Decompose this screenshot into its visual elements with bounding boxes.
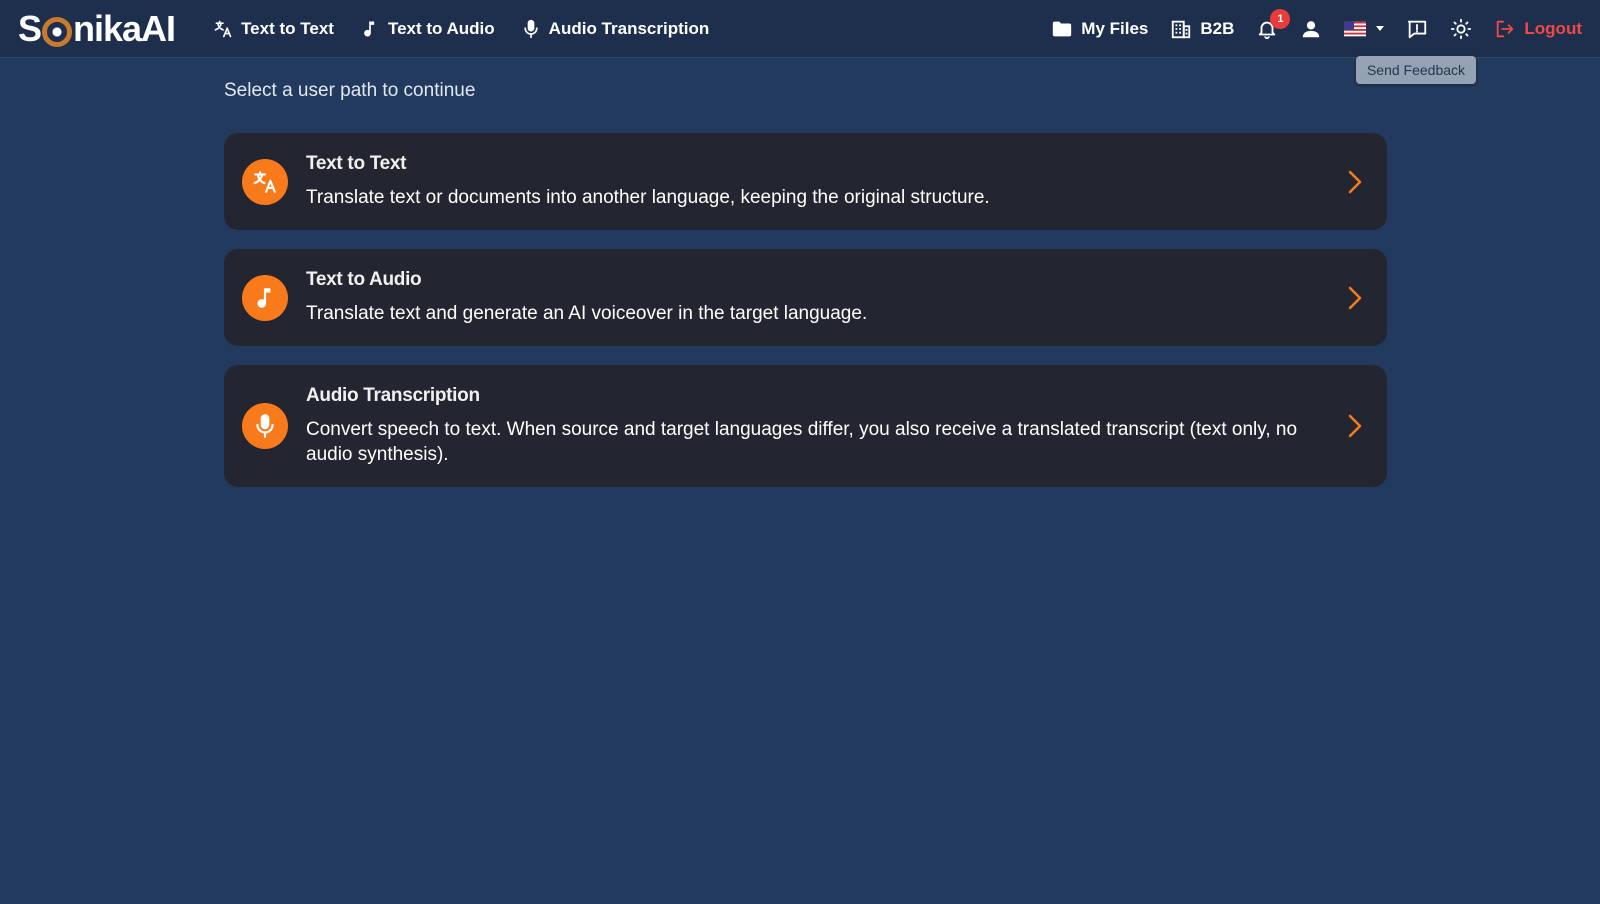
card-title: Audio Transcription bbox=[306, 385, 480, 406]
chevron-right-icon bbox=[1348, 170, 1362, 193]
card-description: Translate text and generate an AI voiceo… bbox=[306, 303, 868, 324]
card-icon-circle bbox=[242, 158, 288, 205]
nav-text-to-audio[interactable]: Text to Audio bbox=[360, 19, 495, 39]
card-description: Translate text or documents into another… bbox=[306, 187, 990, 208]
send-feedback-button[interactable] bbox=[1406, 18, 1428, 40]
user-path-list: Text to Text Translate text or documents… bbox=[224, 133, 1387, 487]
path-card-text-to-text[interactable]: Text to Text Translate text or documents… bbox=[224, 133, 1387, 230]
top-navbar: SnikaAI Text to Text Text to Audio Audio… bbox=[0, 0, 1600, 58]
logo[interactable]: SnikaAI bbox=[18, 0, 176, 58]
logo-ring bbox=[42, 16, 73, 47]
notification-badge: 1 bbox=[1270, 8, 1291, 29]
folder-icon bbox=[1053, 21, 1072, 36]
translate-icon bbox=[214, 20, 232, 37]
nav-text-to-text[interactable]: Text to Text bbox=[213, 19, 334, 39]
b2b-label: B2B bbox=[1200, 18, 1235, 38]
user-icon bbox=[1303, 20, 1320, 37]
nav-primary: Text to Text Text to Audio Audio Transcr… bbox=[213, 19, 709, 39]
send-feedback-tooltip: Send Feedback bbox=[1356, 56, 1476, 84]
card-title: Text to Audio bbox=[306, 269, 422, 290]
translate-icon bbox=[253, 170, 276, 193]
sun-icon bbox=[1451, 18, 1472, 39]
card-title: Text to Text bbox=[306, 153, 407, 174]
language-selector[interactable] bbox=[1344, 18, 1385, 40]
music-note-icon bbox=[364, 21, 375, 37]
logout-label: Logout bbox=[1524, 18, 1582, 38]
nav-audio-transcription[interactable]: Audio Transcription bbox=[521, 18, 710, 39]
card-icon-circle bbox=[242, 274, 288, 321]
us-flag-icon bbox=[1344, 21, 1367, 36]
logo-suffix: nikaAI bbox=[73, 7, 176, 49]
logout-icon bbox=[1497, 20, 1514, 37]
microphone-icon bbox=[524, 19, 538, 38]
my-files-label: My Files bbox=[1081, 18, 1149, 38]
nav-text-to-text-label: Text to Text bbox=[241, 18, 334, 38]
nav-text-to-audio-label: Text to Audio bbox=[387, 18, 495, 38]
chevron-right-icon bbox=[1348, 286, 1362, 309]
chevron-right-icon bbox=[1348, 414, 1362, 438]
nav-audio-transcription-label: Audio Transcription bbox=[548, 18, 710, 38]
card-description: Convert speech to text. When source and … bbox=[306, 419, 1298, 465]
my-files-link[interactable]: My Files bbox=[1051, 18, 1148, 40]
logout-button[interactable]: Logout bbox=[1494, 18, 1582, 40]
feedback-icon bbox=[1408, 20, 1427, 38]
logo-prefix: S bbox=[18, 7, 42, 49]
chevron-down-icon bbox=[1376, 26, 1385, 31]
card-body: Text to Audio Translate text and generat… bbox=[306, 269, 1329, 326]
profile-button[interactable] bbox=[1300, 18, 1322, 40]
b2b-link[interactable]: B2B bbox=[1170, 18, 1234, 40]
page-heading: Select a user path to continue bbox=[224, 80, 476, 101]
notifications-button[interactable]: 1 bbox=[1256, 8, 1291, 40]
card-body: Audio Transcription Convert speech to te… bbox=[306, 385, 1329, 467]
card-body: Text to Text Translate text or documents… bbox=[306, 153, 1329, 210]
nav-secondary: My Files B2B 1 Logout bbox=[1051, 8, 1582, 40]
theme-toggle[interactable] bbox=[1450, 18, 1472, 40]
microphone-icon bbox=[256, 414, 274, 438]
building-icon bbox=[1172, 20, 1191, 38]
path-card-text-to-audio[interactable]: Text to Audio Translate text and generat… bbox=[224, 249, 1387, 346]
card-icon-circle bbox=[242, 403, 288, 449]
music-note-icon bbox=[257, 287, 271, 308]
path-card-audio-transcription[interactable]: Audio Transcription Convert speech to te… bbox=[224, 365, 1387, 487]
